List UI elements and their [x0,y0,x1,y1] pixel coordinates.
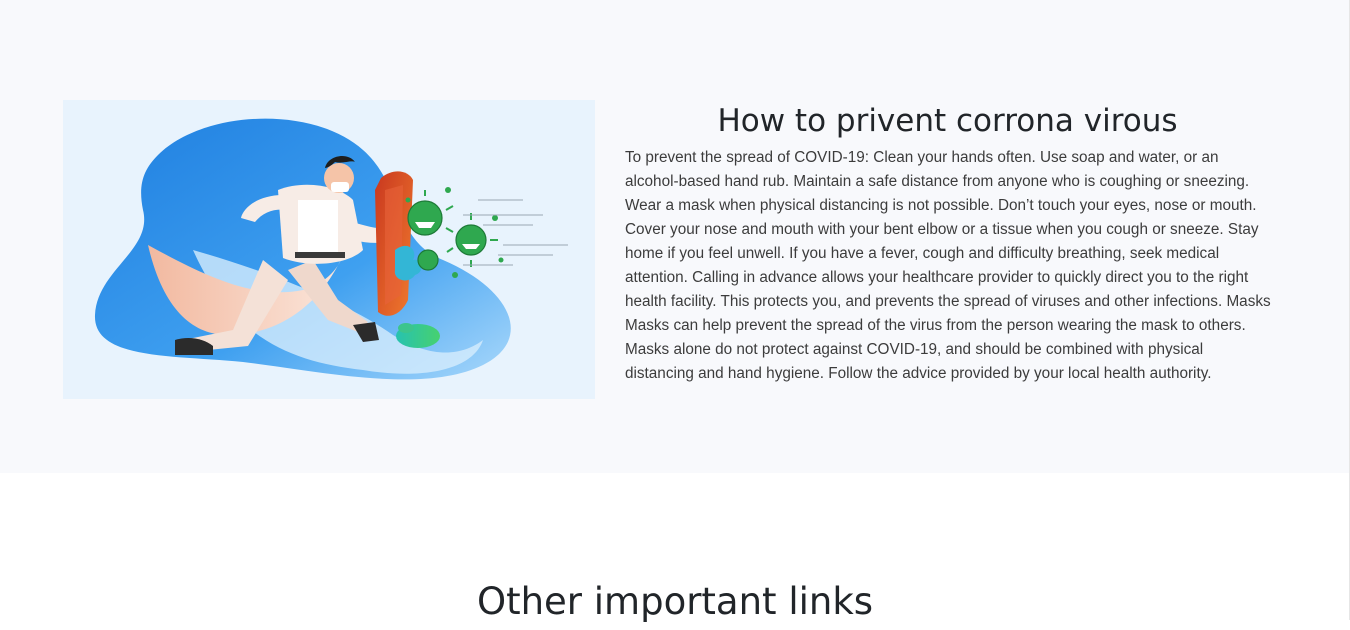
prevent-title: How to privent corrona virous [717,103,1178,139]
doctor-shield-virus-icon [94,118,568,380]
other-links-title: Other important links [476,580,874,623]
prevent-description: To prevent the spread of COVID-19: Clean… [625,149,1271,382]
prevent-section: How to privent corrona virous To prevent… [0,0,1350,473]
doctor-virus-illustration [63,100,595,399]
